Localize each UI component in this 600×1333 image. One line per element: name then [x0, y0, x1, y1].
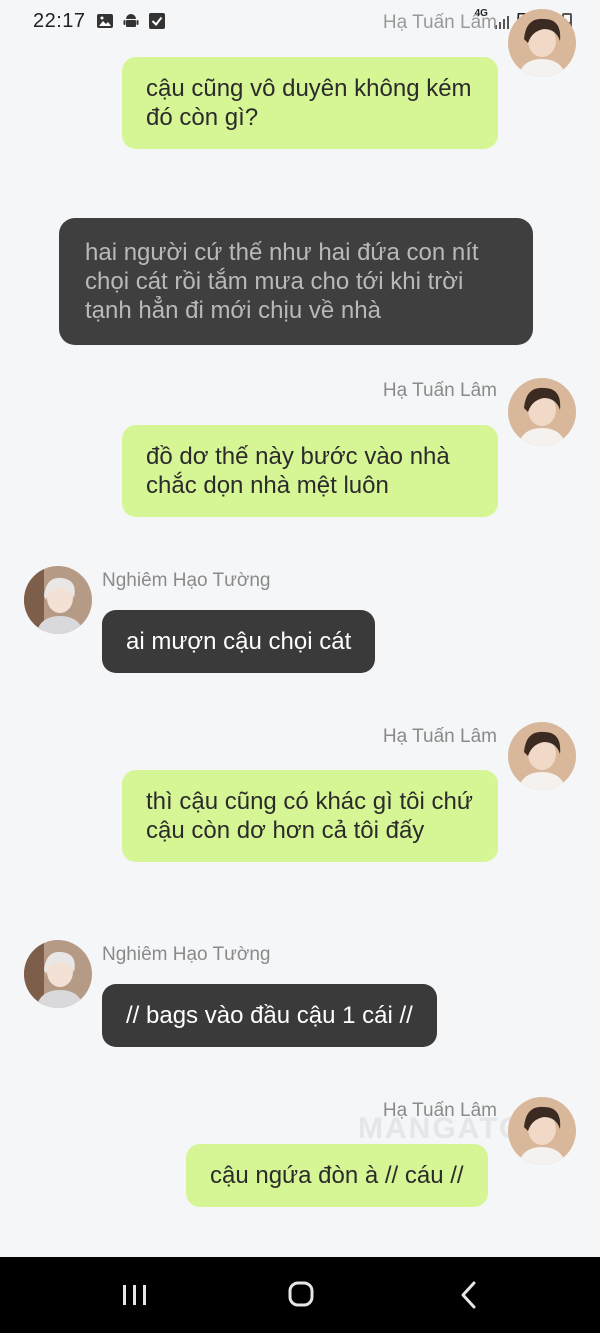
- status-time: 22:17: [33, 10, 86, 32]
- avatar-ha-tuan-lam: [508, 722, 576, 790]
- message-bubble: ai mượn cậu chọi cát: [102, 610, 376, 673]
- sender-name: Hạ Tuấn Lâm: [382, 12, 497, 33]
- message-bubble: đồ dơ thế này bước vào nhà chắc dọn nhà …: [122, 425, 498, 517]
- sender-name: Nghiêm Hạo Tường: [102, 570, 271, 591]
- home-icon[interactable]: [276, 1275, 326, 1315]
- avatar-ha-tuan-lam: [508, 1097, 576, 1165]
- message-bubble: cậu ngứa đòn à // cáu //: [186, 1144, 488, 1207]
- avatar-nghiem-hao-tuong: [24, 940, 92, 1008]
- message-bubble: // bags vào đầu cậu 1 cái //: [102, 984, 437, 1047]
- sender-name: Hạ Tuấn Lâm: [382, 726, 497, 747]
- avatar-ha-tuan-lam: [508, 9, 576, 77]
- sender-name: Hạ Tuấn Lâm: [382, 1100, 497, 1121]
- sender-name: Nghiêm Hạo Tường: [102, 944, 271, 965]
- image-icon: [97, 14, 113, 28]
- avatar-ha-tuan-lam: [508, 378, 576, 446]
- sender-name: Hạ Tuấn Lâm: [382, 380, 497, 401]
- checkbox-icon: [149, 13, 165, 29]
- back-icon[interactable]: [446, 1275, 496, 1315]
- message-bubble: cậu cũng vô duyên không kém đó còn gì?: [122, 57, 498, 149]
- recent-apps-icon[interactable]: [110, 1275, 160, 1315]
- navigation-bar: [0, 1257, 600, 1333]
- avatar-nghiem-hao-tuong: [24, 566, 92, 634]
- notification-icons: [96, 12, 166, 30]
- android-icon: [123, 14, 139, 27]
- message-bubble: thì cậu cũng có khác gì tôi chứ cậu còn …: [122, 770, 498, 862]
- narration-bubble: hai người cứ thế như hai đứa con nít chọ…: [59, 218, 533, 345]
